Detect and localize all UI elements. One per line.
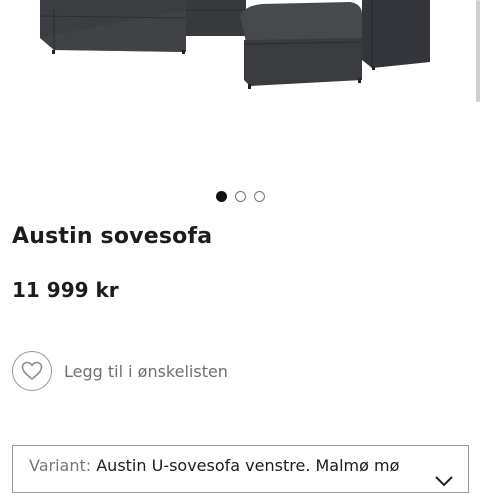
product-title: Austin sovesofa [12, 224, 213, 249]
add-to-wishlist-button[interactable]: Legg til i ønskelisten [12, 351, 228, 391]
wishlist-label: Legg til i ønskelisten [64, 361, 228, 381]
variant-select[interactable]: Variant: Austin U-sovesofa venstre. Malm… [12, 445, 469, 493]
variant-label: Variant: [29, 456, 92, 475]
carousel-dot-1[interactable] [215, 191, 227, 202]
image-scroll-indicator [476, 0, 480, 102]
heart-icon[interactable] [12, 351, 52, 391]
sofa-image [39, 0, 430, 89]
product-image[interactable] [0, 0, 480, 180]
carousel-dot-3[interactable] [253, 191, 265, 202]
variant-value: Austin U-sovesofa venstre. Malmø mø [96, 456, 400, 475]
carousel-dot-2[interactable] [234, 191, 246, 202]
carousel-dots [0, 191, 480, 202]
chevron-down-icon [434, 472, 454, 491]
product-price: 11 999 kr [12, 278, 119, 302]
